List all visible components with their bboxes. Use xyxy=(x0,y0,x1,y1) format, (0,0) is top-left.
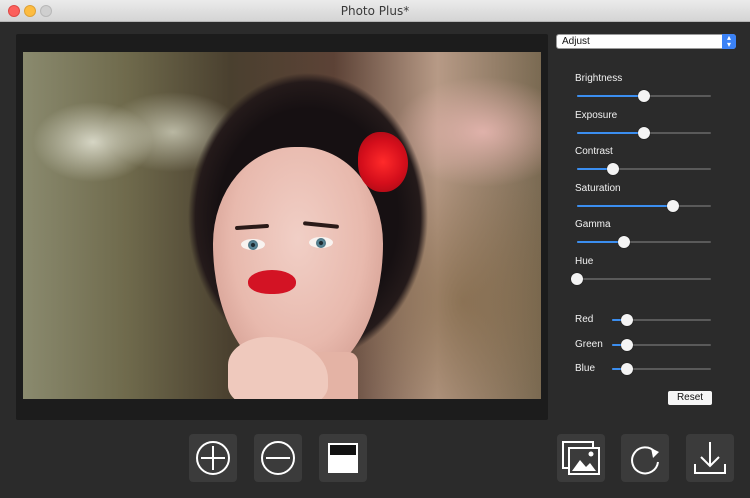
zoom-in-button[interactable] xyxy=(189,434,237,482)
saturation-slider-knob[interactable] xyxy=(667,199,680,212)
red-slider-knob[interactable] xyxy=(620,314,633,326)
green-slider[interactable] xyxy=(612,338,711,351)
hue-slider-knob[interactable] xyxy=(571,273,583,285)
rotate-icon xyxy=(631,446,659,475)
photo-brow-left xyxy=(234,223,270,231)
exposure-slider-fill xyxy=(577,131,644,134)
photo-preview[interactable] xyxy=(23,52,541,399)
download-icon xyxy=(694,442,726,474)
slider-label-saturation: Saturation xyxy=(575,182,621,194)
contrast-slider-knob[interactable] xyxy=(607,163,620,176)
exposure-slider[interactable] xyxy=(577,126,711,139)
slider-label-gamma: Gamma xyxy=(575,219,611,231)
reset-button[interactable]: Reset xyxy=(668,391,712,405)
compare-button[interactable] xyxy=(319,434,367,482)
open-image-button[interactable] xyxy=(557,434,605,482)
zoom-out-icon xyxy=(261,441,295,475)
green-slider-knob[interactable] xyxy=(620,338,633,351)
photo-lips xyxy=(248,270,296,294)
slider-label-green: Green xyxy=(575,338,603,350)
slider-label-exposure: Exposure xyxy=(575,109,618,121)
exposure-slider-knob[interactable] xyxy=(638,126,650,139)
gamma-slider-fill xyxy=(577,241,624,244)
zoom-out-button[interactable] xyxy=(254,434,302,482)
open-image-icon xyxy=(562,441,600,475)
window-title: Photo Plus* xyxy=(340,4,410,18)
brightness-slider-knob[interactable] xyxy=(638,90,650,102)
mode-select-value: Adjust xyxy=(562,36,590,47)
saturation-slider-fill xyxy=(577,204,674,207)
photo-eye-right xyxy=(309,237,333,248)
slider-label-contrast: Contrast xyxy=(575,146,613,158)
gamma-slider[interactable] xyxy=(577,236,711,249)
slider-label-blue: Blue xyxy=(575,363,596,374)
contrast-slider[interactable] xyxy=(577,163,711,176)
mode-select[interactable]: Adjust ▴ ▾ xyxy=(556,34,736,49)
blue-slider[interactable] xyxy=(612,363,711,375)
compare-icon xyxy=(328,443,358,473)
red-slider[interactable] xyxy=(612,314,711,326)
rotate-button[interactable] xyxy=(621,434,669,482)
slider-label-red: Red xyxy=(575,314,594,325)
photo-brow-right xyxy=(302,221,340,229)
slider-label-hue: Hue xyxy=(575,256,594,267)
saturation-slider[interactable] xyxy=(577,199,711,212)
slider-label-brightness: Brightness xyxy=(575,73,623,84)
zoom-in-icon xyxy=(196,441,230,475)
photo-eye-left xyxy=(241,239,265,250)
title-bar: Photo Plus* xyxy=(0,0,750,22)
chevron-updown-icon: ▴ ▾ xyxy=(722,34,736,49)
brightness-slider[interactable] xyxy=(577,90,711,102)
download-button[interactable] xyxy=(686,434,734,482)
blue-slider-knob[interactable] xyxy=(620,363,633,375)
gamma-slider-knob[interactable] xyxy=(617,236,630,249)
photo-red-flower xyxy=(358,132,408,192)
hue-slider[interactable] xyxy=(571,273,711,285)
brightness-slider-fill xyxy=(577,95,644,97)
